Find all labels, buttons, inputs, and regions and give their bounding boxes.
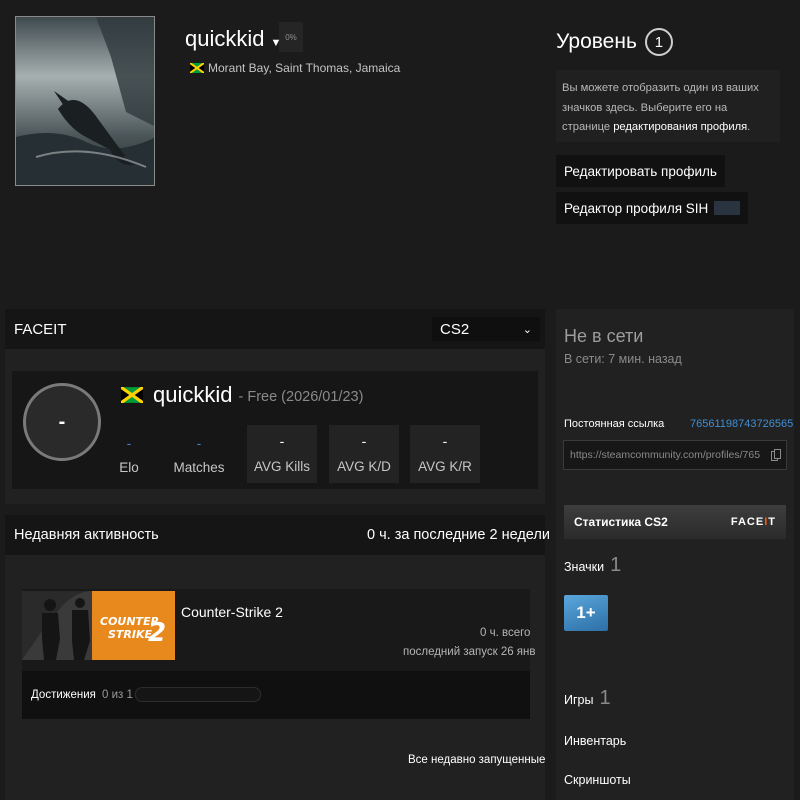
stat-label: AVG Kills <box>253 459 310 474</box>
faceit-title: FACEIT <box>14 321 67 338</box>
jamaica-flag-icon <box>121 387 143 403</box>
stat-matches: - Matches <box>170 434 228 475</box>
permalink-url: https://steamcommunity.com/profiles/7656… <box>570 449 760 461</box>
sih-profile-editor-button[interactable]: Редактор профиля SIH <box>556 192 749 224</box>
avatar[interactable] <box>15 16 155 186</box>
faceit-logo: FACEIT <box>731 516 776 528</box>
stat-label: Matches <box>173 460 225 475</box>
stat-value: - <box>279 433 285 449</box>
faceit-logo-left: FACE <box>730 516 765 528</box>
recent-activity-hours: 0 ч. за последние 2 недели <box>367 527 550 543</box>
edit-profile-link[interactable]: редактирования профиля <box>613 121 747 133</box>
badge-info-box: Вы можете отобразить один из ваших значк… <box>556 70 780 142</box>
all-recently-played-link[interactable]: Все недавно запущенные <box>408 754 545 766</box>
badge-info-end: . <box>747 121 751 133</box>
profile-completion-badge: 0% <box>279 22 303 52</box>
achievements-count: 0 из 1 <box>102 689 133 701</box>
stat-value: - <box>126 435 132 451</box>
stat-label: AVG K/R <box>418 459 472 474</box>
stat-label: AVG K/D <box>337 459 391 474</box>
stat-label: Elo <box>119 460 139 475</box>
faceit-player-name: quickkid - Free (2026/01/23) <box>121 382 363 408</box>
game-last-played: последний запуск 26 янв <box>403 646 536 658</box>
faceit-logo-right: T <box>768 516 776 528</box>
faceit-nickname[interactable]: quickkid <box>153 382 232 408</box>
achievements-progress-bar <box>135 687 261 702</box>
game-total-hours: 0 ч. всего <box>480 627 531 639</box>
persona-name: quickkid <box>185 26 265 51</box>
cs2-cover-art: COUNTER STRIKE 2 <box>22 591 175 660</box>
permalink-label: Постоянная ссылка <box>564 418 665 430</box>
skill-level-ring: - <box>23 383 101 461</box>
sih-editor-label: Редактор профиля SIH <box>564 200 709 216</box>
stat-avg-kills: - AVG Kills <box>247 425 317 483</box>
games-label: Игры <box>564 693 594 707</box>
stat-value: - <box>361 433 367 449</box>
games-link[interactable]: Игры 1 <box>564 687 611 710</box>
stat-avg-kr: - AVG K/R <box>410 425 480 483</box>
level-value: 1 <box>644 28 673 56</box>
level-heading: Уровень 1 <box>556 28 673 56</box>
faceit-membership: - Free (2026/01/23) <box>238 389 364 405</box>
achievements-label: Достижения <box>31 689 96 701</box>
online-status: Не в сети <box>564 326 644 346</box>
last-online-text: В сети: 7 мин. назад <box>564 352 682 366</box>
edit-profile-button[interactable]: Редактировать профиль <box>556 155 725 187</box>
stat-value: - <box>196 435 202 451</box>
jamaica-flag-icon <box>190 63 204 73</box>
chevron-down-icon: ⌄ <box>522 323 532 336</box>
cover-text: 2 <box>148 618 166 648</box>
stat-value: - <box>442 433 448 449</box>
screenshots-link[interactable]: Скриншоты <box>564 773 631 787</box>
game-select[interactable]: CS2 ⌄ <box>432 317 540 341</box>
years-of-service-badge-icon[interactable]: 1+ <box>564 595 608 631</box>
steam-id-link[interactable]: 76561198743726565 <box>690 418 793 430</box>
games-count: 1 <box>599 687 611 709</box>
game-select-value: CS2 <box>440 320 470 338</box>
inventory-link[interactable]: Инвентарь <box>564 734 626 748</box>
cover-text: STRIKE <box>108 628 153 641</box>
stat-avg-kd: - AVG K/D <box>329 425 399 483</box>
cs2-stats-button[interactable]: Статистика CS2 FACEIT <box>564 505 786 539</box>
recent-activity-title: Недавняя активность <box>14 527 159 543</box>
game-name-link[interactable]: Counter-Strike 2 <box>181 604 283 620</box>
badges-label: Значки <box>564 560 605 574</box>
sih-icon <box>714 201 741 215</box>
permalink-input[interactable]: https://steamcommunity.com/profiles/7656… <box>563 440 787 470</box>
level-label: Уровень <box>556 30 637 53</box>
whale-avatar-image <box>16 17 154 185</box>
badges-link[interactable]: Значки 1 <box>564 554 621 577</box>
location-text: Morant Bay, Saint Thomas, Jamaica <box>208 61 401 75</box>
stat-elo: - Elo <box>108 434 150 475</box>
persona-name-dropdown[interactable]: quickkid ▼ <box>185 26 281 52</box>
achievements-row[interactable] <box>22 671 530 719</box>
game-cover-image[interactable]: COUNTER STRIKE 2 <box>22 591 175 660</box>
edit-profile-label: Редактировать профиль <box>564 163 717 179</box>
location: Morant Bay, Saint Thomas, Jamaica <box>190 61 400 75</box>
cs2-stats-label: Статистика CS2 <box>574 515 668 529</box>
copy-icon[interactable] <box>771 449 781 461</box>
badges-count: 1 <box>610 554 622 576</box>
